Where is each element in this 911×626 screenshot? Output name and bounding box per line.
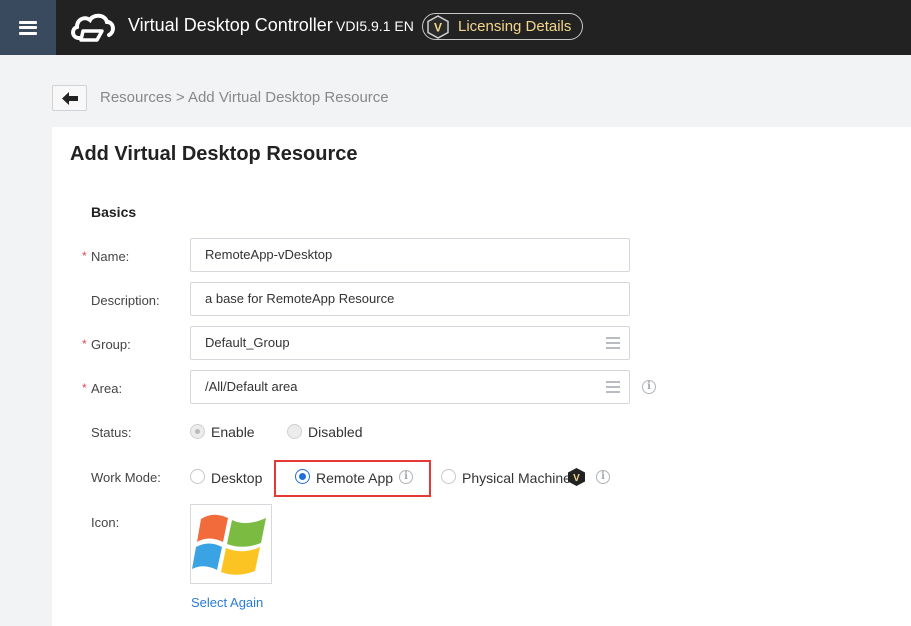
work-mode-label: Work Mode: <box>91 470 161 485</box>
required-mark-group: * <box>82 337 87 351</box>
area-label: Area: <box>91 381 123 396</box>
name-value: RemoteApp-vDesktop <box>205 247 333 262</box>
breadcrumb: Resources > Add Virtual Desktop Resource <box>100 89 389 106</box>
back-button[interactable] <box>52 85 87 111</box>
group-select[interactable]: Default_Group <box>190 326 630 360</box>
description-value: a base for RemoteApp Resource <box>205 291 395 306</box>
status-enable-label: Enable <box>211 424 255 440</box>
icon-label: Icon: <box>91 515 120 530</box>
page-title: Add Virtual Desktop Resource <box>70 143 358 165</box>
status-disabled-radio[interactable] <box>287 424 302 439</box>
hamburger-menu-icon <box>19 20 37 35</box>
hamburger-menu-button[interactable] <box>0 0 56 55</box>
status-label: Status: <box>91 425 132 440</box>
info-icon[interactable]: i <box>399 470 413 484</box>
svg-text:V: V <box>434 20 442 34</box>
group-label: Group: <box>91 337 131 352</box>
licensing-details-label: Licensing Details <box>458 18 572 35</box>
app-version: VDI5.9.1 EN <box>336 18 414 34</box>
cloud-logo-icon <box>71 13 115 42</box>
work-mode-desktop-radio[interactable] <box>190 469 205 484</box>
description-input[interactable]: a base for RemoteApp Resource <box>190 282 630 316</box>
list-icon[interactable] <box>606 381 620 393</box>
name-label: Name: <box>91 249 130 264</box>
status-disabled-label: Disabled <box>308 424 363 440</box>
work-mode-desktop-label: Desktop <box>211 470 263 486</box>
info-icon[interactable]: i <box>642 380 656 394</box>
svg-text:V: V <box>573 473 580 484</box>
work-mode-physical-machine-radio[interactable] <box>441 469 456 484</box>
list-icon[interactable] <box>606 337 620 349</box>
group-value: Default_Group <box>205 335 290 350</box>
area-value: /All/Default area <box>205 379 298 394</box>
work-mode-remote-app-label: Remote App <box>316 470 394 486</box>
required-mark-area: * <box>82 381 87 395</box>
app-title: Virtual Desktop Controller <box>128 15 333 35</box>
windows-logo-icon <box>192 514 266 575</box>
work-mode-remote-app-radio[interactable] <box>295 469 310 484</box>
arrow-left-icon <box>61 91 78 105</box>
top-bar: Virtual Desktop Controller VDI5.9.1 EN V… <box>0 0 911 55</box>
area-select[interactable]: /All/Default area <box>190 370 630 404</box>
licensing-details-button[interactable]: V Licensing Details <box>422 13 583 40</box>
info-icon[interactable]: i <box>596 470 610 484</box>
status-enable-radio[interactable] <box>190 424 205 439</box>
section-title-basics: Basics <box>91 204 137 220</box>
icon-preview[interactable] <box>190 504 272 584</box>
name-input[interactable]: RemoteApp-vDesktop <box>190 238 630 272</box>
work-mode-physical-machine-label: Physical Machine <box>462 470 571 486</box>
required-mark-name: * <box>82 249 87 263</box>
description-label: Description: <box>91 293 160 308</box>
v-badge-icon: V <box>427 14 449 39</box>
select-again-link[interactable]: Select Again <box>191 595 263 610</box>
v-badge-icon: V <box>568 468 585 486</box>
